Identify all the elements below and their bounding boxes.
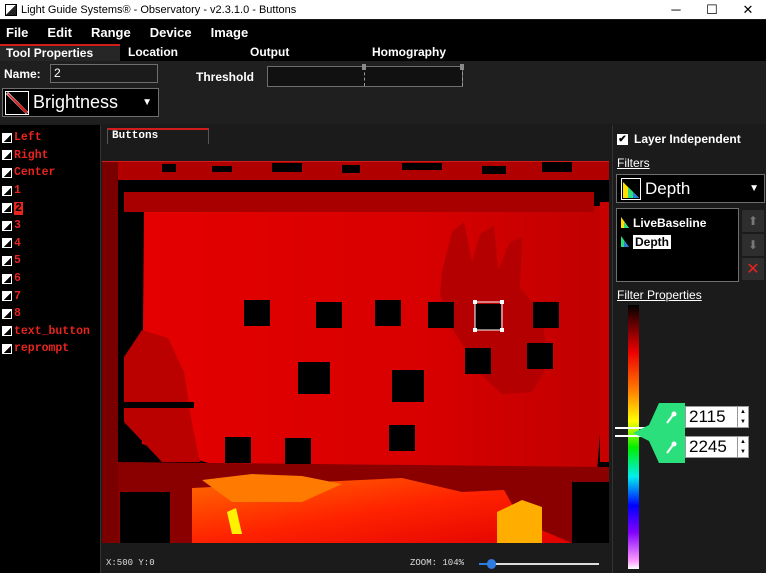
list-item-selected[interactable]: 2 (0, 199, 100, 217)
canvas-panel: Buttons X:500 Y:0 ZOOM: 104% (102, 125, 609, 573)
zoom-slider[interactable] (479, 559, 599, 569)
filter-item-icon (621, 217, 629, 228)
brightness-tool-icon (2, 150, 12, 161)
range-max-stepper[interactable]: 2245 ▲ ▼ (685, 436, 749, 458)
checkbox-checked-icon: ✔ (617, 133, 628, 145)
list-item[interactable]: 4 (0, 235, 100, 253)
minimize-button[interactable]: ─ (658, 0, 694, 19)
tool-type-value: Brightness (33, 92, 119, 112)
app-icon (5, 3, 17, 16)
menu-range[interactable]: Range (91, 25, 131, 40)
brightness-tool-icon (2, 255, 12, 266)
menu-bar: File Edit Range Device Image (0, 20, 766, 44)
brightness-tool-icon (2, 343, 12, 354)
list-item-selected[interactable]: Depth (619, 232, 736, 251)
filter-type-value: Depth (645, 178, 691, 198)
move-up-button[interactable]: ⬆ (742, 210, 764, 232)
range-indicator (633, 403, 685, 463)
stepper-arrows[interactable]: ▲ ▼ (737, 407, 748, 427)
range-min-stepper[interactable]: 2115 ▲ ▼ (685, 406, 749, 428)
list-item[interactable]: Right (0, 147, 100, 165)
filter-panel: ✔ Layer Independent Filters Depth ▼ Live… (612, 125, 766, 573)
brightness-icon (5, 90, 29, 115)
list-item[interactable]: 5 (0, 252, 100, 270)
brightness-tool-icon (2, 132, 12, 143)
move-down-button[interactable]: ⬇ (742, 234, 764, 256)
tab-tool-properties[interactable]: Tool Properties (0, 44, 120, 61)
tab-location[interactable]: Location (128, 44, 178, 61)
tool-list: Left Right Center 1 2 3 4 5 6 7 8 text_b… (0, 125, 101, 573)
list-item[interactable]: Left (0, 129, 100, 147)
filter-list: LiveBaseline Depth (616, 208, 739, 282)
tool-properties-panel: Name: 2 Threshold Brightness ▼ (0, 61, 766, 124)
arrow-up-icon: ⬆ (747, 214, 759, 228)
chevron-down-icon: ▼ (142, 97, 152, 108)
filter-type-dropdown[interactable]: Depth ▼ (616, 174, 765, 203)
depth-image (102, 162, 609, 543)
brightness-tool-icon (2, 203, 12, 214)
list-item[interactable]: 1 (0, 182, 100, 200)
list-item[interactable]: LiveBaseline (619, 213, 736, 232)
depth-image-view[interactable] (102, 162, 609, 543)
list-item[interactable]: Center (0, 164, 100, 182)
stepper-arrows[interactable]: ▲ ▼ (737, 437, 748, 457)
close-button[interactable]: ✕ (730, 0, 766, 19)
brightness-tool-icon (2, 273, 12, 284)
status-bar: X:500 Y:0 ZOOM: 104% (102, 555, 609, 573)
main-tabs: Tool Properties Location Output Homograp… (0, 44, 766, 61)
layer-independent-label: Layer Independent (634, 132, 741, 146)
filter-properties-link[interactable]: Filter Properties (617, 288, 702, 302)
delete-x-icon: ✕ (746, 261, 760, 278)
brightness-tool-icon (2, 167, 12, 178)
tool-type-dropdown[interactable]: Brightness ▼ (2, 88, 159, 117)
menu-edit[interactable]: Edit (47, 25, 72, 40)
layer-independent-checkbox[interactable]: ✔ Layer Independent (617, 132, 741, 146)
filter-item-icon (621, 236, 629, 247)
cursor-coordinates: X:500 Y:0 (106, 558, 155, 568)
list-item[interactable]: text_button (0, 323, 100, 341)
threshold-handle-low[interactable] (362, 64, 366, 70)
list-item[interactable]: 8 (0, 305, 100, 323)
brightness-tool-icon (2, 238, 12, 249)
filters-link[interactable]: Filters (617, 156, 650, 170)
tab-homography[interactable]: Homography (372, 44, 446, 61)
menu-device[interactable]: Device (150, 25, 192, 40)
brightness-tool-icon (2, 220, 12, 231)
zoom-label: ZOOM: 104% (410, 558, 465, 568)
brightness-tool-icon (2, 185, 12, 196)
threshold-handle-high[interactable] (460, 64, 464, 70)
brightness-tool-icon (2, 308, 12, 319)
tab-output[interactable]: Output (250, 44, 289, 61)
menu-file[interactable]: File (6, 25, 28, 40)
threshold-label: Threshold (196, 70, 255, 84)
title-bar: Light Guide Systems® - Observatory - v2.… (0, 0, 766, 19)
maximize-button[interactable]: ☐ (694, 0, 730, 19)
threshold-slider[interactable] (267, 64, 464, 87)
list-item[interactable]: 7 (0, 287, 100, 305)
app-window: Light Guide Systems® - Observatory - v2.… (0, 0, 766, 573)
list-item[interactable]: 3 (0, 217, 100, 235)
zoom-thumb[interactable] (487, 559, 496, 569)
range-max-value: 2245 (689, 437, 727, 456)
chevron-down-icon: ▼ (749, 183, 759, 194)
brightness-tool-icon (2, 291, 12, 302)
arrow-down-icon: ⬇ (747, 238, 759, 252)
delete-filter-button[interactable]: ✕ (742, 258, 764, 280)
tab-buttons[interactable]: Buttons (107, 128, 209, 144)
menu-image[interactable]: Image (211, 25, 249, 40)
brightness-tool-icon (2, 326, 12, 337)
window-title: Light Guide Systems® - Observatory - v2.… (21, 3, 297, 16)
name-label: Name: (4, 67, 41, 81)
name-field[interactable]: 2 (50, 64, 158, 83)
depth-filter-icon (621, 177, 641, 200)
list-item[interactable]: reprompt (0, 340, 100, 358)
list-item[interactable]: 6 (0, 270, 100, 288)
range-min-value: 2115 (689, 407, 726, 426)
